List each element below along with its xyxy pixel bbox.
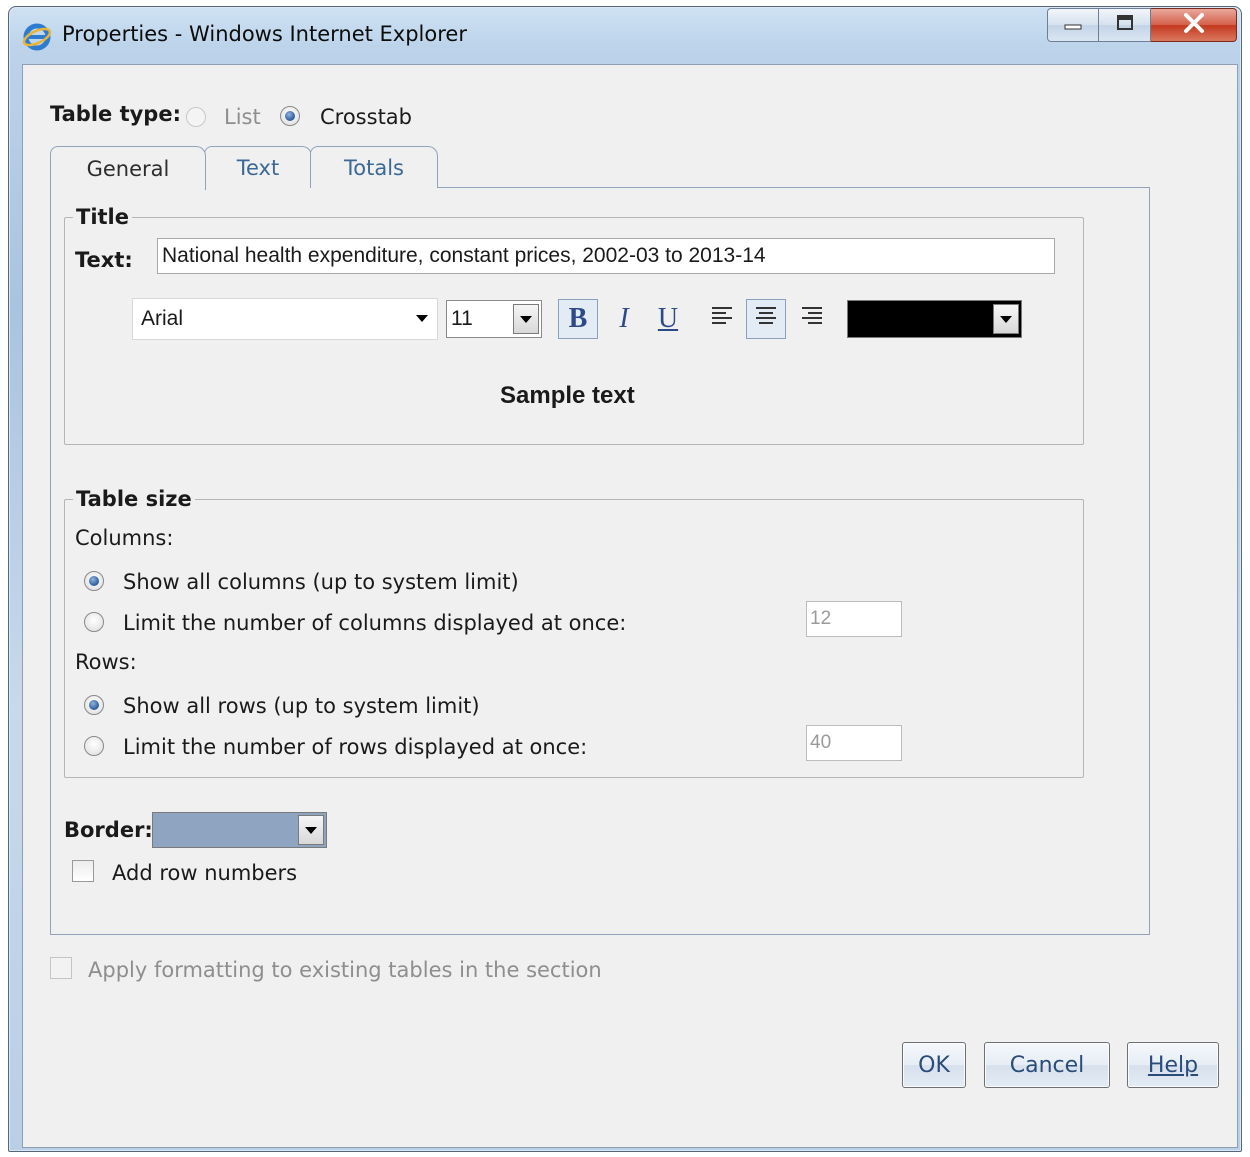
maximize-icon (1115, 14, 1135, 36)
limit-columns-label: Limit the number of columns displayed at… (123, 611, 627, 635)
font-family-select[interactable]: Arial (132, 298, 438, 340)
font-size-value: 11 (451, 307, 473, 330)
font-family-value: Arial (141, 307, 184, 330)
minimize-icon (1063, 16, 1083, 35)
minimize-button[interactable] (1047, 8, 1099, 42)
apply-formatting-checkbox (50, 957, 72, 979)
table-type-label: Table type: (50, 102, 181, 126)
table-type-list-radio (186, 107, 206, 127)
table-type-crosstab-label: Crosstab (320, 105, 412, 129)
align-left-icon (710, 303, 734, 335)
limit-columns-radio[interactable] (84, 612, 104, 632)
bold-button[interactable]: B (558, 299, 598, 339)
title-text-input[interactable]: National health expenditure, constant pr… (157, 238, 1055, 274)
limit-rows-label: Limit the number of rows displayed at on… (123, 735, 588, 759)
border-label: Border: (64, 818, 153, 842)
columns-label: Columns: (75, 526, 174, 550)
internet-explorer-icon (22, 22, 52, 52)
align-center-button[interactable] (746, 299, 786, 339)
cancel-button[interactable]: Cancel (984, 1042, 1110, 1088)
close-icon (1182, 12, 1206, 38)
title-text-label: Text: (75, 248, 133, 272)
columns-limit-input[interactable]: 12 (806, 601, 902, 637)
rows-limit-input[interactable]: 40 (806, 725, 902, 761)
text-color-dropdown-icon[interactable] (993, 304, 1019, 334)
sample-text-preview: Sample text (500, 382, 635, 409)
window-title: Properties - Windows Internet Explorer (62, 22, 467, 46)
ok-button[interactable]: OK (902, 1042, 966, 1088)
show-all-rows-radio[interactable] (84, 695, 104, 715)
show-all-rows-label: Show all rows (up to system limit) (123, 694, 480, 718)
align-right-icon (800, 303, 824, 335)
show-all-columns-label: Show all columns (up to system limit) (123, 570, 519, 594)
align-left-button[interactable] (702, 299, 742, 339)
italic-button[interactable]: I (604, 299, 644, 339)
tab-text[interactable]: Text (204, 146, 312, 188)
maximize-button[interactable] (1099, 8, 1151, 42)
apply-formatting-label: Apply formatting to existing tables in t… (88, 958, 602, 982)
close-window-button[interactable] (1151, 8, 1237, 42)
show-all-columns-radio[interactable] (84, 571, 104, 591)
help-button[interactable]: Help (1127, 1042, 1219, 1088)
align-center-icon (754, 303, 778, 335)
table-type-list-label: List (224, 105, 261, 129)
font-family-dropdown-icon[interactable] (416, 315, 428, 322)
underline-button[interactable]: U (648, 299, 688, 339)
tab-totals[interactable]: Totals (310, 146, 438, 188)
add-row-numbers-checkbox[interactable] (72, 860, 94, 882)
table-type-crosstab-radio[interactable] (280, 106, 300, 126)
tab-general[interactable]: General (50, 146, 206, 190)
table-size-group-legend: Table size (76, 487, 192, 511)
rows-label: Rows: (75, 650, 137, 674)
align-right-button[interactable] (792, 299, 832, 339)
title-group-legend: Title (76, 205, 130, 229)
add-row-numbers-label: Add row numbers (112, 861, 298, 885)
limit-rows-radio[interactable] (84, 736, 104, 756)
border-color-dropdown-icon[interactable] (298, 815, 324, 845)
font-size-dropdown-icon[interactable] (513, 304, 539, 334)
